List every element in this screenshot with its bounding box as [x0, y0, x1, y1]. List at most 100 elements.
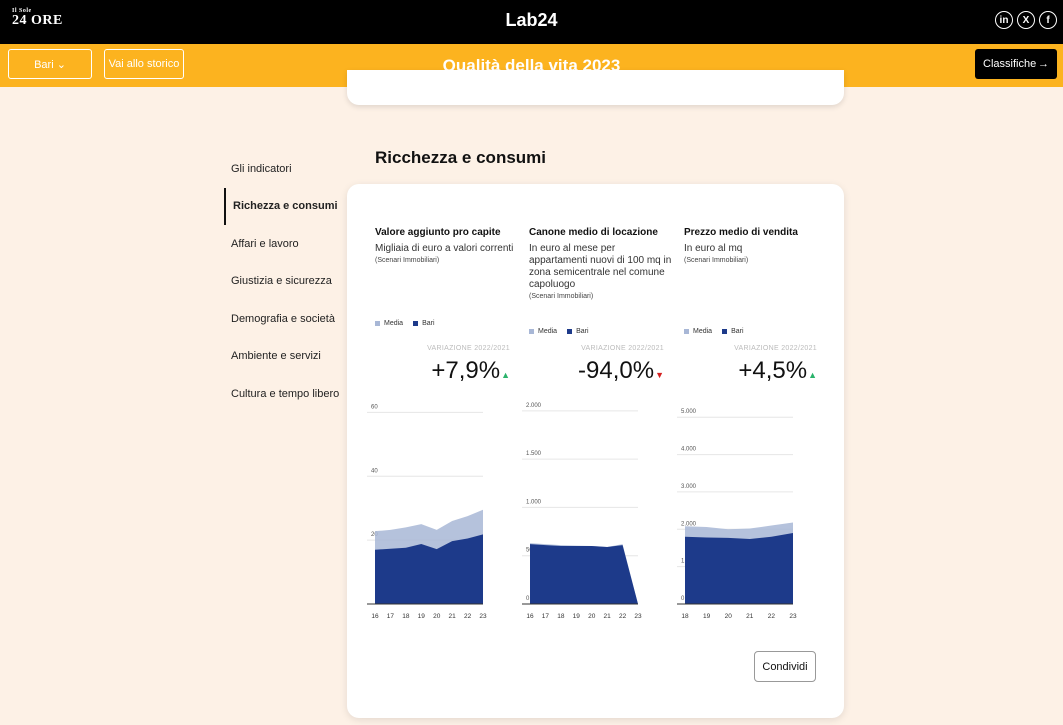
x-tick-label: 17	[387, 613, 395, 620]
legend-label: Media	[693, 328, 713, 335]
variation-number: 94,0%	[586, 357, 655, 384]
nav-item-demografia[interactable]: Demografia e società	[224, 300, 344, 338]
logo-text: 24 ORE	[12, 13, 63, 28]
nav-item-ambiente[interactable]: Ambiente e servizi	[224, 338, 344, 376]
indicator-source: (Scenari Immobiliari)	[529, 293, 594, 300]
legend-label: Bari	[422, 320, 435, 327]
x-tick-label: 16	[526, 613, 534, 620]
variation-sign: +	[431, 357, 446, 384]
nav-item-cultura[interactable]: Cultura e tempo libero	[224, 375, 344, 413]
variation-label: VARIAZIONE 2022/2021	[581, 345, 664, 352]
nav-item-indicatori[interactable]: Gli indicatori	[224, 150, 344, 188]
legend-label: Bari	[576, 328, 589, 335]
nav-item-affari[interactable]: Affari e lavoro	[224, 225, 344, 263]
share-button[interactable]: Condividi	[754, 651, 816, 682]
chart-legend: Media Bari	[684, 328, 744, 335]
social-links: in X f	[995, 11, 1057, 29]
top-bar: Il Sole 24 ORE Lab24 in X f	[0, 0, 1063, 44]
x-tick-label: 21	[604, 613, 612, 620]
y-tick-label: 1.000	[526, 499, 542, 505]
legend-media: Media	[375, 320, 403, 327]
facebook-icon[interactable]: f	[1039, 11, 1057, 29]
variation-value: -94,0%▼	[519, 357, 664, 385]
variation-label: VARIAZIONE 2022/2021	[427, 345, 510, 352]
x-tick-label: 22	[768, 613, 776, 620]
chart-legend: Media Bari	[529, 328, 589, 335]
x-tick-label: 22	[619, 613, 627, 620]
legend-swatch-bari	[722, 328, 728, 334]
indicator-title: Valore aggiunto pro capite	[375, 227, 501, 238]
indicator-subtitle: In euro al mq	[684, 243, 743, 254]
y-tick-label: 4.000	[681, 447, 697, 453]
x-tick-label: 22	[464, 613, 472, 620]
previous-card	[347, 70, 844, 105]
x-tick-label: 23	[789, 613, 797, 620]
city-select-button[interactable]: Bari ⌄	[8, 49, 92, 79]
x-tick-label: 18	[557, 613, 565, 620]
indicators-card: Valore aggiunto pro capite Migliaia di e…	[347, 184, 844, 718]
legend-label: Bari	[731, 328, 744, 335]
nav-item-ricchezza[interactable]: Richezza e consumi	[224, 187, 344, 225]
x-tick-label: 23	[634, 613, 642, 620]
y-tick-label: 40	[371, 468, 378, 474]
logo-small-text: Il Sole	[12, 8, 32, 14]
x-tick-label: 20	[588, 613, 596, 620]
y-tick-label: 5.000	[681, 409, 697, 415]
rankings-button[interactable]: Classifiche →	[975, 49, 1057, 79]
y-tick-label: 60	[371, 404, 378, 410]
sole24ore-logo[interactable]: Il Sole 24 ORE	[12, 8, 63, 29]
x-tick-label: 19	[573, 613, 581, 620]
variation-number: 4,5%	[752, 357, 808, 384]
x-tick-label: 18	[681, 613, 689, 620]
lab24-logo[interactable]: Lab24	[0, 10, 1063, 31]
x-tick-label: 18	[402, 613, 410, 620]
indicator-subtitle: In euro al mese per appartamenti nuovi d…	[529, 243, 672, 290]
variation-value: +7,9%▲	[365, 357, 510, 385]
arrow-down-icon: ▼	[655, 370, 664, 380]
x-tick-label: 23	[479, 613, 487, 620]
y-tick-label: 2.000	[681, 521, 697, 527]
legend-media: Media	[684, 328, 712, 335]
y-tick-label: 0	[681, 596, 685, 602]
indicator-subtitle: Migliaia di euro a valori correnti	[375, 243, 514, 254]
legend-swatch-media	[529, 328, 534, 334]
rankings-label: Classifiche	[983, 58, 1037, 70]
legend-bari: Bari	[567, 328, 589, 335]
chart-legend: Media Bari	[375, 320, 435, 327]
nav-item-giustizia[interactable]: Giustizia e sicurezza	[224, 263, 344, 301]
chart-valore-aggiunto: 20406016 17 18 19 20 21 22 23	[367, 404, 487, 620]
legend-swatch-media	[684, 328, 689, 334]
arrow-right-icon: →	[1038, 58, 1049, 70]
indicator-title: Prezzo medio di vendita	[684, 227, 798, 238]
x-tick-label: 16	[371, 613, 379, 620]
legend-bari: Bari	[722, 328, 744, 335]
x-twitter-icon[interactable]: X	[1017, 11, 1035, 29]
legend-label: Media	[538, 328, 558, 335]
x-tick-label: 20	[725, 613, 733, 620]
sidebar-nav: Gli indicatori Richezza e consumi Affari…	[224, 150, 344, 413]
legend-media: Media	[529, 328, 557, 335]
variation-number: 7,9%	[445, 357, 501, 384]
chart-prezzo-vendita: 01.0002.0003.0004.0005.000181920212223	[677, 409, 797, 620]
legend-swatch-media	[375, 320, 380, 326]
history-button[interactable]: Vai allo storico	[104, 49, 184, 79]
x-tick-label: 19	[703, 613, 711, 620]
variation-sign: +	[738, 357, 753, 384]
arrow-up-icon: ▲	[808, 370, 817, 380]
x-tick-label: 20	[433, 613, 441, 620]
legend-bari: Bari	[413, 320, 435, 327]
indicator-source: (Scenari Immobiliari)	[684, 257, 749, 264]
y-tick-label: 2.000	[526, 403, 542, 409]
x-tick-label: 17	[542, 613, 550, 620]
legend-label: Media	[384, 320, 404, 327]
y-tick-label: 1.500	[526, 451, 542, 457]
chart-canone-locazione: 05001.0001.5002.0001617181920212223	[522, 403, 642, 620]
linkedin-icon[interactable]: in	[995, 11, 1013, 29]
variation-label: VARIAZIONE 2022/2021	[734, 345, 817, 352]
variation-sign: -	[578, 357, 587, 384]
arrow-up-icon: ▲	[501, 370, 510, 380]
indicator-source: (Scenari Immobiliari)	[375, 257, 440, 264]
legend-swatch-bari	[567, 328, 573, 334]
x-tick-label: 21	[449, 613, 457, 620]
area-series-bari	[530, 544, 638, 604]
